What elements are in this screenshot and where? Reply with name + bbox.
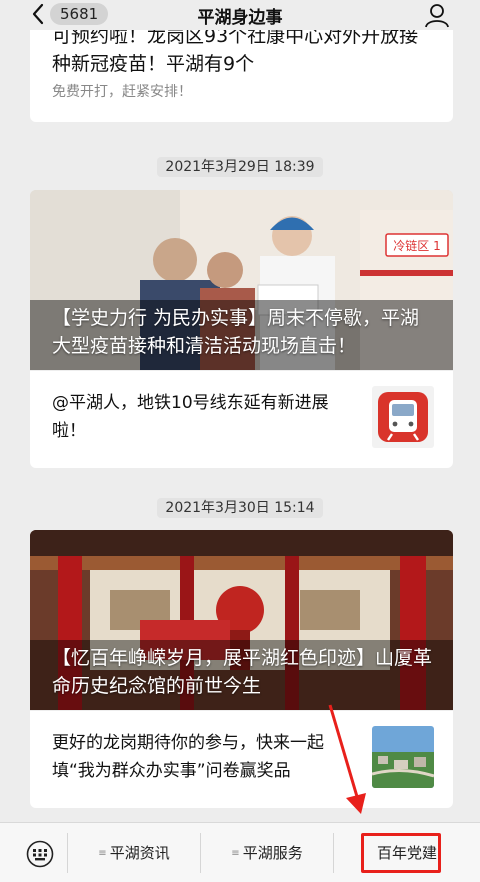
top-bar: 5681 平湖身边事	[0, 0, 480, 30]
submenu-icon: ≡	[231, 848, 240, 859]
keyboard-icon[interactable]	[26, 840, 54, 868]
sub-article-title: 更好的龙岗期待你的参与，快来一起填“我为群众办实事”问卷赢奖品	[52, 733, 324, 781]
metro-train-icon	[372, 386, 434, 448]
menu-pinghu-services[interactable]: ≡ 平湖服务	[201, 823, 333, 882]
sub-article-row[interactable]: @平湖人，地铁10号线东延有新进展啦！	[30, 370, 453, 468]
article-card[interactable]: 冷链区 1 【学史力行 为民办实事】周末不停歇，平湖大型疫苗接种和清洁活动现场直…	[30, 190, 453, 468]
cover-image[interactable]: 【忆百年峥嵘岁月，展平湖红色印迹】山厦革命历史纪念馆的前世今生	[30, 530, 453, 710]
article-title: 可预约啦！龙岗区93个社康中心对外开放接种新冠疫苗！平湖有9个	[52, 30, 419, 75]
sub-article-row[interactable]: 更好的龙岗期待你的参与，快来一起填“我为群众办实事”问卷赢奖品	[30, 710, 453, 808]
cover-title: 【学史力行 为民办实事】周末不停歇，平湖大型疫苗接种和清洁活动现场直击！	[52, 307, 420, 357]
submenu-icon: ≡	[98, 848, 107, 859]
timestamp: 2021年3月29日 18:39	[0, 156, 480, 177]
timestamp: 2021年3月30日 15:14	[0, 497, 480, 518]
profile-icon[interactable]	[424, 2, 450, 28]
menu-pinghu-news[interactable]: ≡ 平湖资讯	[68, 823, 200, 882]
bottom-menu-bar: ≡ 平湖资讯 ≡ 平湖服务 百年党建	[0, 822, 480, 882]
article-card-partial[interactable]: 可预约啦！龙岗区93个社康中心对外开放接种新冠疫苗！平湖有9个 免费开打，赶紧安…	[30, 30, 453, 122]
article-summary: 免费开打，赶紧安排！	[52, 84, 192, 100]
cold-chain-sign: 冷链区 1	[393, 238, 440, 253]
article-card[interactable]: 【忆百年峥嵘岁月，展平湖红色印迹】山厦革命历史纪念馆的前世今生 更好的龙岗期待你…	[30, 530, 453, 808]
message-feed: 可预约啦！龙岗区93个社康中心对外开放接种新冠疫苗！平湖有9个 免费开打，赶紧安…	[0, 30, 480, 822]
page-title: 平湖身边事	[197, 8, 283, 28]
cover-image[interactable]: 冷链区 1 【学史力行 为民办实事】周末不停歇，平湖大型疫苗接种和清洁活动现场直…	[30, 190, 453, 370]
highlight-box	[361, 833, 441, 873]
cover-title: 【忆百年峥嵘岁月，展平湖红色印迹】山厦革命历史纪念馆的前世今生	[52, 647, 433, 697]
aerial-city-photo	[372, 726, 434, 788]
sub-article-title: @平湖人，地铁10号线东延有新进展啦！	[52, 393, 329, 441]
